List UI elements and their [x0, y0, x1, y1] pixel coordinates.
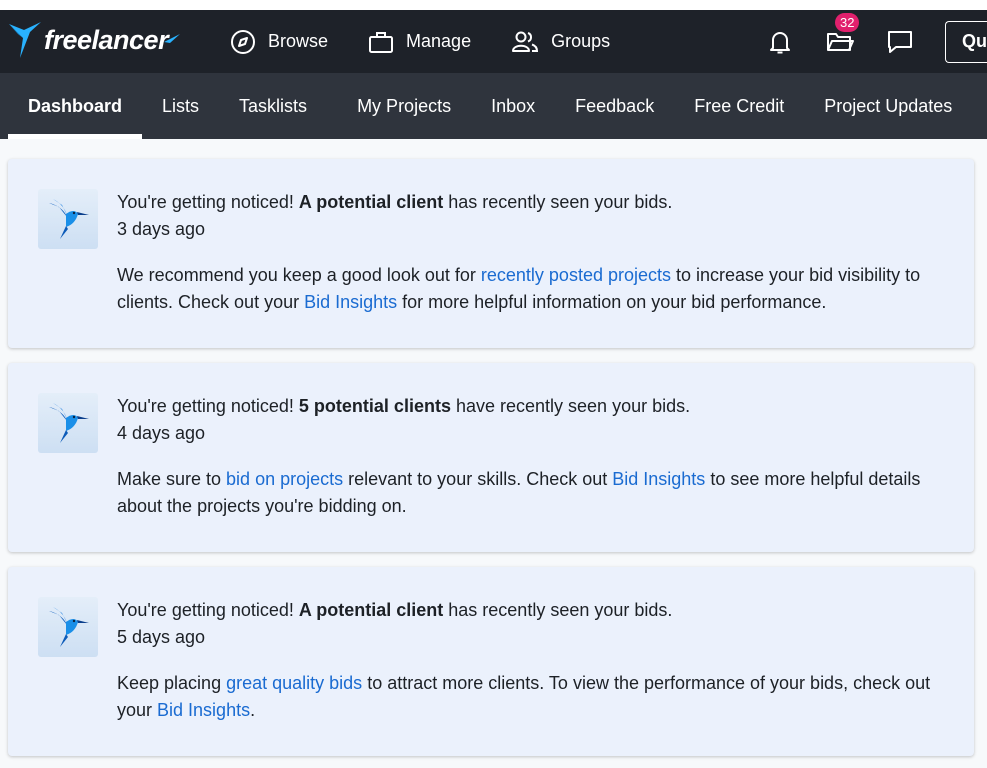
messages-button[interactable] [885, 27, 915, 57]
bid-insights-link[interactable]: Bid Insights [304, 292, 397, 312]
hummingbird-avatar [38, 597, 98, 657]
body-text: We recommend you keep a good look out fo… [117, 265, 481, 285]
notification-body: Keep placing great quality bids to attra… [117, 670, 944, 724]
headline-text: has recently seen your bids. [443, 600, 673, 620]
nav-groups-label: Groups [551, 31, 611, 51]
tab-feedback[interactable]: Feedback [555, 73, 674, 139]
projects-count-badge: 32 [835, 12, 860, 32]
tab-project-updates[interactable]: Project Updates [804, 73, 972, 139]
great-quality-bids-link[interactable]: great quality bids [226, 673, 362, 693]
body-text: Keep placing [117, 673, 227, 693]
chat-icon [888, 30, 912, 53]
notification-body: We recommend you keep a good look out fo… [117, 262, 944, 316]
briefcase-icon [369, 31, 394, 53]
bid-insights-link[interactable]: Bid Insights [157, 700, 250, 720]
tab-free-credit[interactable]: Free Credit [674, 73, 804, 139]
bid-on-projects-link[interactable]: bid on projects [226, 469, 343, 489]
tab-tasklists[interactable]: Tasklists [219, 73, 327, 139]
headline-text: You're getting noticed! [117, 600, 299, 620]
headline-text: have recently seen your bids. [450, 396, 691, 416]
notification-time: 4 days ago [117, 423, 206, 443]
folder-icon [827, 32, 854, 51]
quote-button[interactable]: Quo [945, 20, 987, 63]
headline-text: You're getting noticed! [117, 396, 299, 416]
nav-browse[interactable]: Browse [230, 29, 328, 55]
notification-text: You're getting noticed! A potential clie… [117, 189, 944, 316]
notifications-button[interactable] [765, 27, 795, 57]
bid-insights-link[interactable]: Bid Insights [612, 469, 705, 489]
body-text: Make sure to [117, 469, 227, 489]
top-icons: 32 Quo [765, 10, 987, 73]
headline-text: has recently seen your bids. [443, 192, 673, 212]
notification-text: You're getting noticed! 5 potential clie… [117, 393, 944, 520]
bird-logo-icon [9, 22, 41, 58]
nav-browse-label: Browse [268, 31, 329, 51]
dashboard-subnav: Dashboard Lists Tasklists My Projects In… [0, 73, 987, 139]
hummingbird-avatar [38, 393, 98, 453]
top-strip [0, 0, 987, 10]
tab-dashboard[interactable]: Dashboard [8, 73, 143, 139]
main-nav: Browse Manage Groups [230, 10, 650, 73]
projects-button[interactable]: 32 [825, 12, 860, 57]
bell-icon [770, 31, 790, 53]
notification-time: 3 days ago [117, 219, 206, 239]
users-icon [512, 31, 539, 52]
notification-card: You're getting noticed! A potential clie… [8, 567, 974, 756]
hummingbird-icon [49, 403, 89, 443]
headline-text: You're getting noticed! [117, 192, 299, 212]
hummingbird-icon [49, 607, 89, 647]
nav-manage-label: Manage [406, 31, 472, 51]
logo-swoosh-icon [164, 34, 181, 43]
freelancer-logo[interactable]: freelancer [8, 20, 181, 60]
tab-inbox[interactable]: Inbox [471, 73, 555, 139]
nav-manage[interactable]: Manage [368, 29, 471, 55]
headline-bold-text: 5 potential clients [298, 396, 451, 416]
brand-name: freelancer [44, 24, 169, 55]
top-navbar: freelancer Browse Manage Groups 32 Qu [0, 10, 987, 73]
notification-headline: You're getting noticed! 5 potential clie… [117, 393, 944, 420]
recently-posted-projects-link[interactable]: recently posted projects [481, 265, 671, 285]
body-text: . [250, 700, 256, 720]
hummingbird-avatar [38, 189, 98, 249]
notification-card: You're getting noticed! 5 potential clie… [8, 363, 974, 552]
notification-time: 5 days ago [117, 627, 206, 647]
headline-bold-text: A potential client [298, 600, 444, 620]
body-text: for more helpful information on your bid… [397, 292, 827, 312]
notification-headline: You're getting noticed! A potential clie… [117, 189, 944, 216]
nav-groups[interactable]: Groups [511, 29, 610, 55]
headline-bold-text: A potential client [298, 192, 444, 212]
notification-body: Make sure to bid on projects relevant to… [117, 466, 944, 520]
notification-card: You're getting noticed! A potential clie… [8, 159, 974, 348]
notification-text: You're getting noticed! A potential clie… [117, 597, 944, 724]
body-text: relevant to your skills. Check out [343, 469, 613, 489]
notification-feed: You're getting noticed! A potential clie… [0, 139, 987, 756]
notification-headline: You're getting noticed! A potential clie… [117, 597, 944, 624]
tab-my-projects[interactable]: My Projects [337, 73, 471, 139]
hummingbird-icon [49, 199, 89, 239]
tab-lists[interactable]: Lists [142, 73, 219, 139]
compass-icon [231, 29, 255, 54]
